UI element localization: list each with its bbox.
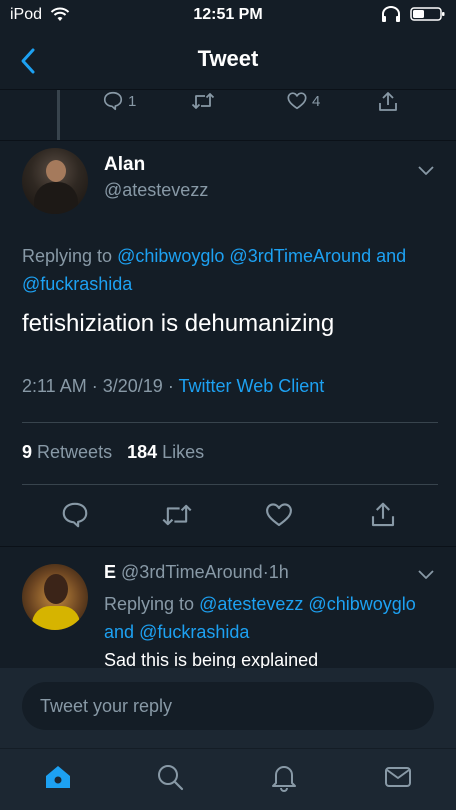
prev-reply-count: 1 (128, 92, 137, 110)
search-icon[interactable] (154, 761, 186, 793)
reply-author-handle[interactable]: @3rdTimeAround (121, 562, 263, 582)
messages-icon[interactable] (382, 761, 414, 793)
chevron-down-icon[interactable] (416, 564, 436, 584)
notifications-icon[interactable] (268, 761, 300, 793)
retweet-label: Retweets (37, 442, 113, 462)
status-right (380, 6, 446, 22)
replying-prefix: Replying to (22, 246, 113, 266)
reply-author-avatar[interactable] (22, 564, 88, 630)
tweet-meta: 2:11 AM · 3/20/19 · Twitter Web Client (22, 376, 324, 397)
retweet-icon (191, 93, 215, 109)
reply-icon[interactable] (60, 500, 90, 530)
retweet-icon[interactable] (160, 500, 194, 530)
nav-bar: Tweet (0, 32, 456, 90)
replying-and: and (104, 622, 135, 642)
mention-3rdtimearound[interactable]: @3rdTimeAround (229, 246, 371, 266)
reply-composer-input[interactable] (22, 682, 434, 730)
tweet-text: fetishiziation is dehumanizing (22, 310, 335, 337)
prev-like-count: 4 (312, 92, 321, 110)
divider (0, 546, 456, 547)
like-label: Likes (162, 442, 205, 462)
prev-share-button[interactable] (376, 90, 400, 114)
share-icon (379, 92, 397, 111)
reply-icon (103, 91, 123, 111)
meta-separator: · (167, 376, 174, 396)
mention-atestevezz[interactable]: @atestevezz (199, 594, 303, 614)
divider (22, 484, 438, 485)
chevron-down-icon[interactable] (416, 160, 436, 180)
replying-prefix: Replying to (104, 594, 195, 614)
reply-age: 1h (268, 562, 289, 582)
home-icon[interactable] (42, 761, 74, 793)
page-title: Tweet (197, 46, 259, 71)
author-handle[interactable]: @atestevezz (104, 180, 208, 201)
prev-reply-button[interactable]: 1 (102, 90, 136, 112)
like-count: 184 (127, 442, 158, 462)
tab-bar (0, 748, 456, 810)
mention-fuckrashida[interactable]: @fuckrashida (139, 622, 249, 642)
prev-retweet-button[interactable] (190, 90, 216, 112)
tweet-time: 2:11 AM (22, 376, 87, 396)
author-avatar[interactable] (22, 148, 88, 214)
retweets-stat[interactable]: 9 Retweets (22, 442, 112, 462)
mention-fuckrashida[interactable]: @fuckrashida (22, 274, 132, 294)
reply-author-name[interactable]: E (104, 562, 116, 582)
prev-like-button[interactable]: 4 (286, 90, 320, 112)
heart-icon[interactable] (264, 500, 294, 530)
tweet-client[interactable]: Twitter Web Client (179, 376, 325, 396)
meta-separator: · (91, 376, 98, 396)
replying-and: and (376, 246, 407, 266)
author-name[interactable]: Alan (104, 154, 145, 176)
tweet-date: 3/20/19 (102, 376, 163, 396)
heart-icon (287, 92, 307, 110)
divider (0, 140, 456, 141)
status-bar: iPod 12:51 PM (0, 0, 456, 32)
divider (22, 422, 438, 423)
reply-replying-to: Replying to @atestevezz @chibwoyglo and … (104, 590, 434, 646)
engagement-counts: 9 Retweets 184 Likes (22, 442, 204, 463)
replying-to: Replying to @chibwoyglo @3rdTimeAround a… (22, 242, 442, 298)
mention-chibwoyglo[interactable]: @chibwoyglo (117, 246, 224, 266)
previous-tweet-actions: 1 4 (0, 88, 456, 122)
likes-stat[interactable]: 184 Likes (127, 442, 204, 462)
retweet-count: 9 (22, 442, 33, 462)
mention-chibwoyglo[interactable]: @chibwoyglo (308, 594, 415, 614)
headphones-icon (382, 6, 400, 22)
battery-icon (410, 7, 445, 21)
reply-header: E @3rdTimeAround·1h (104, 562, 289, 583)
share-icon[interactable] (368, 500, 398, 530)
tweet-actions (0, 500, 456, 536)
